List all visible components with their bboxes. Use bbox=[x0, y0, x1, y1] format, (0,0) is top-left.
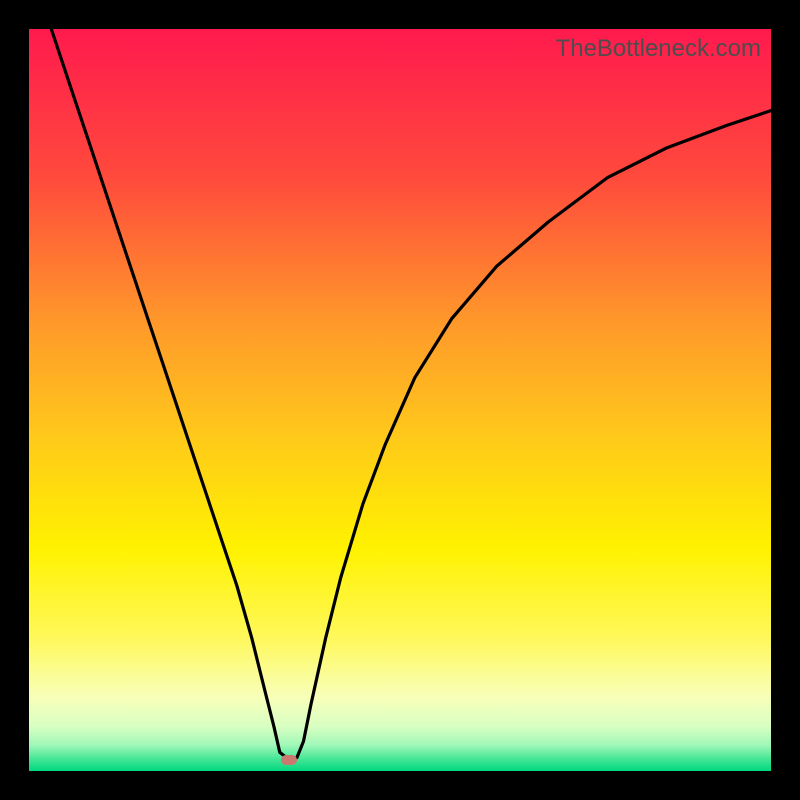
plot-area: TheBottleneck.com bbox=[29, 29, 771, 771]
bottleneck-curve bbox=[29, 29, 771, 771]
optimal-point-marker bbox=[281, 755, 297, 765]
watermark-text: TheBottleneck.com bbox=[556, 35, 761, 63]
chart-frame: TheBottleneck.com bbox=[0, 0, 800, 800]
